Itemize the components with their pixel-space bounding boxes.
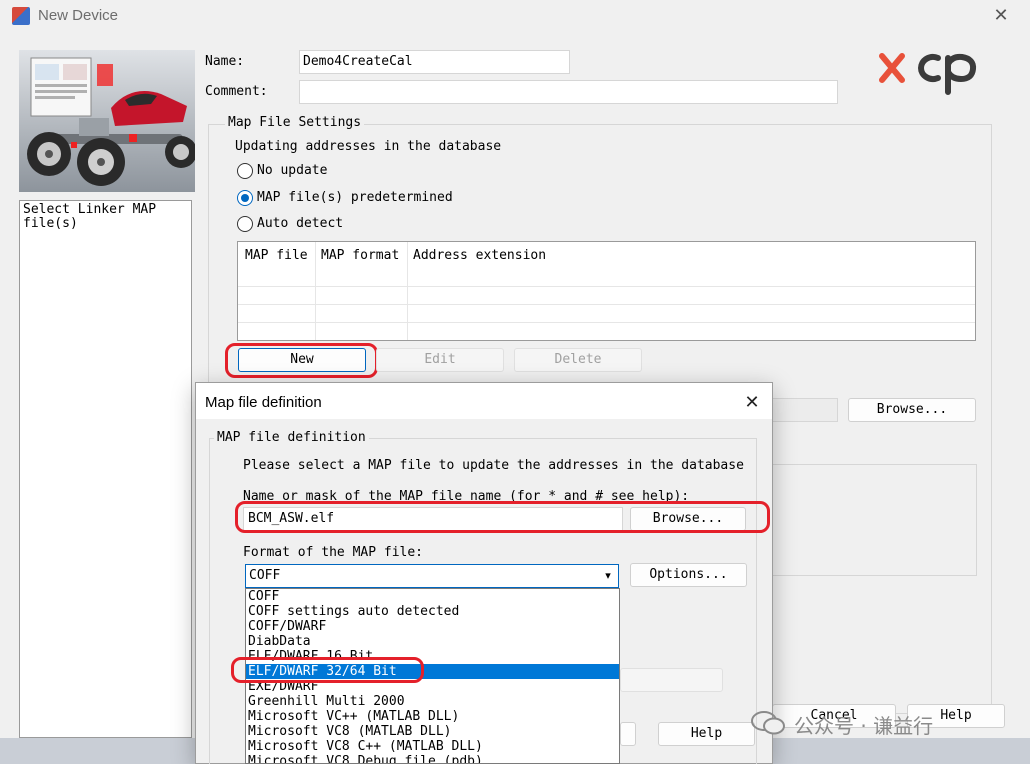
format-option[interactable]: DiabData	[246, 634, 619, 649]
no-update-label[interactable]: No update	[257, 163, 327, 178]
wizard-illustration	[19, 50, 195, 192]
dialog-title: Map file definition	[205, 394, 322, 411]
app-icon	[12, 7, 30, 25]
comment-label: Comment:	[205, 84, 268, 99]
format-option[interactable]: Microsoft VC8 (MATLAB DLL)	[246, 724, 619, 739]
dialog-close-icon[interactable]: ✕	[740, 390, 764, 414]
column-header-address-extension[interactable]: Address extension	[413, 248, 546, 263]
disabled-field	[620, 668, 723, 692]
map-file-settings-title: Map File Settings	[225, 115, 365, 130]
map-file-definition-group-title: MAP file definition	[214, 430, 369, 445]
auto-detect-radio[interactable]	[237, 216, 253, 232]
options-button[interactable]: Options...	[630, 563, 747, 587]
comment-input[interactable]	[299, 80, 838, 104]
instruction-text: Please select a MAP file to update the a…	[243, 458, 744, 473]
ok-button-partial[interactable]	[620, 722, 636, 746]
new-button-annotation	[225, 343, 378, 378]
format-option[interactable]: Greenhill Multi 2000	[246, 694, 619, 709]
secondary-group	[772, 464, 977, 576]
title-bar: New Device ✕	[0, 0, 1022, 32]
close-icon[interactable]: ✕	[990, 4, 1012, 26]
delete-button[interactable]: Delete	[514, 348, 642, 372]
format-option[interactable]: COFF	[246, 589, 619, 604]
main-browse-button[interactable]: Browse...	[848, 398, 976, 422]
window-title: New Device	[38, 7, 119, 24]
xcp-logo	[879, 53, 977, 95]
row-divider	[238, 304, 975, 305]
row-divider	[238, 322, 975, 323]
wizard-hint-panel: Select Linker MAP file(s)	[19, 200, 192, 738]
format-option[interactable]: Microsoft VC++ (MATLAB DLL)	[246, 709, 619, 724]
name-label: Name:	[205, 54, 245, 69]
column-divider	[315, 242, 316, 340]
format-label: Format of the MAP file:	[243, 545, 424, 560]
format-option[interactable]: COFF settings auto detected	[246, 604, 619, 619]
column-header-map-file[interactable]: MAP file	[245, 248, 308, 263]
elf-option-annotation	[231, 657, 424, 683]
map-path-field[interactable]	[772, 398, 838, 422]
auto-detect-label[interactable]: Auto detect	[257, 216, 343, 231]
column-header-map-format[interactable]: MAP format	[321, 248, 399, 263]
map-predetermined-radio[interactable]	[237, 190, 253, 206]
no-update-radio[interactable]	[237, 163, 253, 179]
format-option[interactable]: Microsoft VC8 C++ (MATLAB DLL)	[246, 739, 619, 754]
map-file-table[interactable]: MAP file MAP format Address extension	[237, 241, 976, 341]
format-option[interactable]: COFF/DWARF	[246, 619, 619, 634]
column-divider	[407, 242, 408, 340]
car-chassis-illustration	[19, 50, 195, 192]
wechat-icon	[751, 711, 785, 735]
row-divider	[238, 286, 975, 287]
watermark: 公众号 · 谦益行	[750, 704, 1005, 742]
watermark-text: 公众号 · 谦益行	[794, 714, 934, 738]
edit-button[interactable]: Edit	[376, 348, 504, 372]
dialog-help-button[interactable]: Help	[658, 722, 755, 746]
map-predetermined-label[interactable]: MAP file(s) predetermined	[257, 190, 453, 205]
format-option[interactable]: Microsoft VC8 Debug file (pdb)	[246, 754, 619, 763]
map-file-name-annotation	[235, 501, 770, 533]
format-select[interactable]: COFF	[245, 564, 619, 588]
name-input[interactable]: Demo4CreateCal	[299, 50, 570, 74]
chevron-down-icon[interactable]: ▾	[601, 568, 615, 584]
updating-addresses-label: Updating addresses in the database	[235, 139, 502, 154]
